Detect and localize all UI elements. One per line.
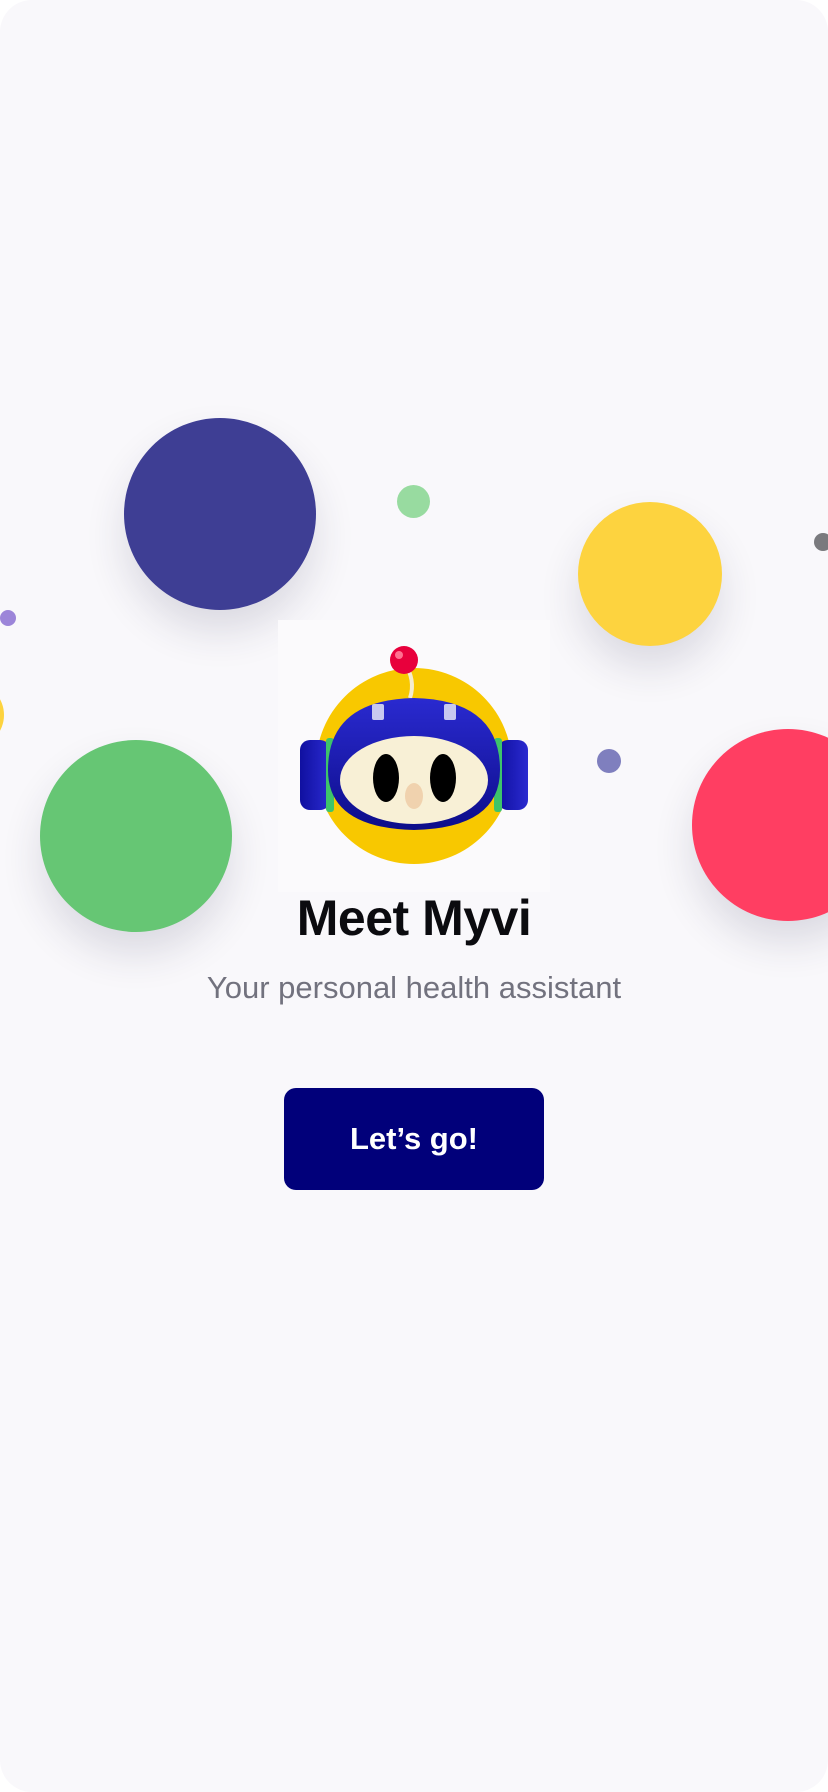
lets-go-button[interactable]: Let’s go! — [284, 1088, 544, 1190]
page-title: Meet Myvi — [296, 890, 532, 946]
page-subtitle: Your personal health assistant — [206, 970, 622, 1005]
yellow-bubble — [578, 502, 722, 646]
light-green-dot — [397, 485, 430, 518]
myvi-robot-icon — [300, 646, 528, 864]
gray-dot — [814, 533, 828, 551]
onboarding-screen: Meet Myvi Your personal health assistant… — [0, 0, 828, 1792]
violet-dot — [597, 749, 621, 773]
myvi-mascot — [278, 620, 550, 892]
yellow-edge-bubble — [0, 685, 4, 745]
purple-dot — [0, 610, 16, 626]
navy-bubble — [124, 418, 316, 610]
